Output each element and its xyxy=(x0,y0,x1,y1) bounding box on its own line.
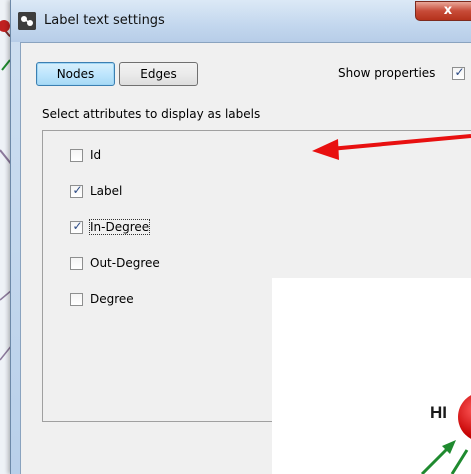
check-icon: ✓ xyxy=(454,65,465,79)
attribute-checkbox-label[interactable]: ✓ xyxy=(70,183,83,198)
attribute-checkbox-degree[interactable] xyxy=(70,293,83,306)
attribute-checkbox-in-degree[interactable]: ✓ xyxy=(70,219,83,234)
edges-tab-button[interactable]: Edges xyxy=(119,62,198,86)
attribute-label: Degree xyxy=(90,292,134,306)
show-properties-label: Show properties xyxy=(338,66,436,80)
title-bar[interactable]: Label text settings x xyxy=(11,0,471,42)
graph-preview-overlay: HI xyxy=(272,278,471,474)
attribute-checkbox-id[interactable] xyxy=(70,149,83,162)
attribute-label: In-Degree xyxy=(88,219,151,235)
attribute-label: Id xyxy=(90,148,102,162)
check-icon: ✓ xyxy=(72,183,83,197)
attribute-label: Out-Degree xyxy=(90,256,160,270)
attribute-label: Label xyxy=(90,184,123,198)
attribute-checkbox-out-degree[interactable] xyxy=(70,257,83,270)
close-icon: x xyxy=(443,3,453,18)
gephi-app-icon xyxy=(18,12,36,30)
check-icon: ✓ xyxy=(72,219,83,233)
show-properties-checkbox[interactable]: ✓ xyxy=(452,65,465,80)
nodes-tab-button[interactable]: Nodes xyxy=(36,62,115,86)
instructions-text: Select attributes to display as labels xyxy=(42,107,261,121)
screen: Label text settings x Nodes Edges Show p… xyxy=(0,0,471,474)
window-title: Label text settings xyxy=(44,13,165,28)
green-edge-arrows xyxy=(420,440,469,474)
close-button[interactable]: x xyxy=(415,1,471,21)
